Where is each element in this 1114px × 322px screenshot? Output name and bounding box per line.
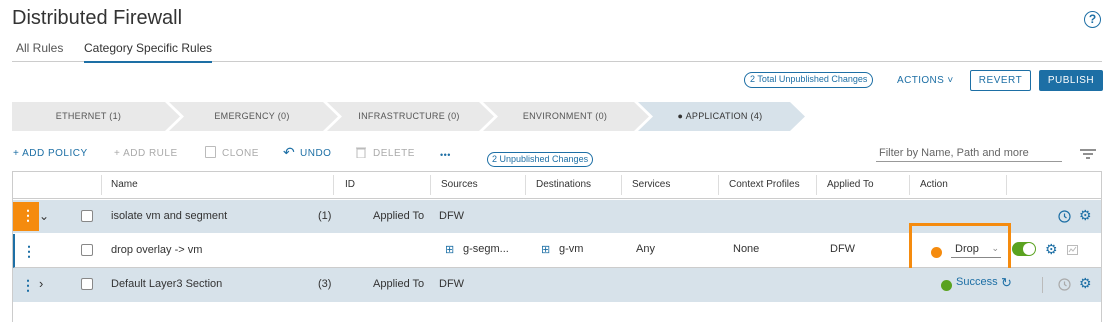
applied-to-value[interactable]: DFW (439, 278, 464, 290)
policy-rule-count: (3) (318, 278, 332, 290)
page-title: Distributed Firewall (12, 7, 183, 29)
column-sources[interactable]: Sources (441, 179, 478, 190)
gear-icon[interactable]: ⚙ (1079, 275, 1092, 292)
rule-enable-toggle[interactable] (1012, 242, 1036, 256)
rule-applied-to[interactable]: DFW (830, 243, 855, 255)
action-select[interactable]: Drop ⌄ (951, 243, 1001, 258)
delete-button[interactable]: DELETE (373, 148, 415, 159)
refresh-icon[interactable]: ↻ (1001, 275, 1012, 291)
unpublished-changes-badge[interactable]: 2 Unpublished Changes (487, 152, 594, 167)
policy-name[interactable]: Default Layer3 Section (111, 278, 222, 290)
drag-handle-icon[interactable]: ⋮ (21, 208, 35, 222)
total-unpublished-changes-badge[interactable]: 2 Total Unpublished Changes (744, 72, 874, 88)
rule-row-drop-overlay: ⋮ drop overlay -> vm ⊞ g-segm... ⊞ g-vm … (13, 223, 1101, 273)
help-icon[interactable]: ? (1084, 11, 1101, 28)
drag-handle-icon[interactable]: ⋮ (22, 244, 36, 258)
category-environment[interactable]: ENVIRONMENT (0) (490, 102, 640, 131)
rule-name[interactable]: drop overlay -> vm (111, 244, 202, 256)
category-emergency[interactable]: EMERGENCY (0) (177, 102, 327, 131)
drag-handle-icon[interactable]: ⋮ (21, 278, 35, 292)
column-applied-to[interactable]: Applied To (827, 179, 874, 190)
gear-icon[interactable]: ⚙ (1079, 207, 1092, 224)
category-ethernet[interactable]: ETHERNET (1) (12, 102, 165, 131)
tab-category-specific-rules[interactable]: Category Specific Rules (84, 41, 213, 63)
column-services[interactable]: Services (632, 179, 670, 190)
add-policy-button[interactable]: + ADD POLICY (13, 148, 88, 159)
column-name[interactable]: Name (111, 179, 138, 190)
row-checkbox[interactable] (81, 244, 93, 256)
history-icon[interactable] (1058, 278, 1071, 291)
grid-header: Name ID Sources Destinations Services Co… (13, 172, 1101, 199)
column-action[interactable]: Action (920, 179, 948, 190)
more-actions-button[interactable]: ••• (440, 150, 451, 160)
rules-grid: Name ID Sources Destinations Services Co… (12, 171, 1102, 322)
pending-change-icon (931, 247, 942, 258)
gear-icon[interactable]: ⚙ (1045, 241, 1058, 258)
policy-name[interactable]: isolate vm and segment (111, 210, 227, 222)
undo-icon: ↶ (283, 144, 295, 160)
clone-button[interactable]: CLONE (222, 148, 259, 159)
undo-button[interactable]: UNDO (300, 148, 331, 159)
tab-bar: All Rules Category Specific Rules (12, 36, 1102, 63)
filter-input[interactable] (876, 144, 1062, 162)
actions-menu[interactable]: ACTIONS ˅ (897, 75, 954, 86)
row-checkbox[interactable] (81, 210, 93, 222)
applied-to-value[interactable]: DFW (439, 210, 464, 222)
chevron-down-icon[interactable]: ⌄ (39, 209, 49, 223)
policy-row-default-layer3: ⋮ › Default Layer3 Section (3) Applied T… (13, 268, 1101, 302)
status-text[interactable]: Success (956, 276, 998, 288)
group-icon: ⊞ (445, 244, 455, 256)
success-status-icon (941, 280, 952, 291)
revert-button[interactable]: REVERT (970, 70, 1031, 91)
delete-icon (356, 147, 366, 158)
action-value: Drop (955, 243, 979, 255)
column-id[interactable]: ID (345, 179, 355, 190)
rule-destination[interactable]: g-vm (559, 243, 583, 255)
rule-context-profile[interactable]: None (733, 243, 759, 255)
rule-service[interactable]: Any (636, 243, 655, 255)
policy-rule-count: (1) (318, 210, 332, 222)
filter-icon[interactable] (1080, 148, 1096, 160)
divider (1042, 277, 1043, 293)
column-context-profiles[interactable]: Context Profiles (729, 179, 800, 190)
tab-all-rules[interactable]: All Rules (16, 41, 63, 55)
clone-icon (205, 146, 216, 158)
applied-to-label: Applied To (373, 278, 425, 290)
category-infrastructure[interactable]: INFRASTRUCTURE (0) (334, 102, 484, 131)
row-checkbox[interactable] (81, 278, 93, 290)
history-icon[interactable] (1058, 210, 1071, 223)
column-destinations[interactable]: Destinations (536, 179, 591, 190)
group-icon: ⊞ (541, 244, 551, 256)
chevron-down-icon: ⌄ (991, 243, 999, 253)
publish-button[interactable]: PUBLISH (1039, 70, 1103, 91)
applied-to-label: Applied To (373, 210, 425, 222)
stats-icon[interactable] (1067, 245, 1078, 255)
category-bar: ETHERNET (1) EMERGENCY (0) INFRASTRUCTUR… (12, 102, 812, 131)
category-application[interactable]: ● APPLICATION (4) (645, 102, 795, 131)
add-rule-button[interactable]: + ADD RULE (114, 148, 178, 159)
rule-source[interactable]: g-segm... (463, 243, 509, 255)
chevron-right-icon[interactable]: › (39, 276, 43, 291)
